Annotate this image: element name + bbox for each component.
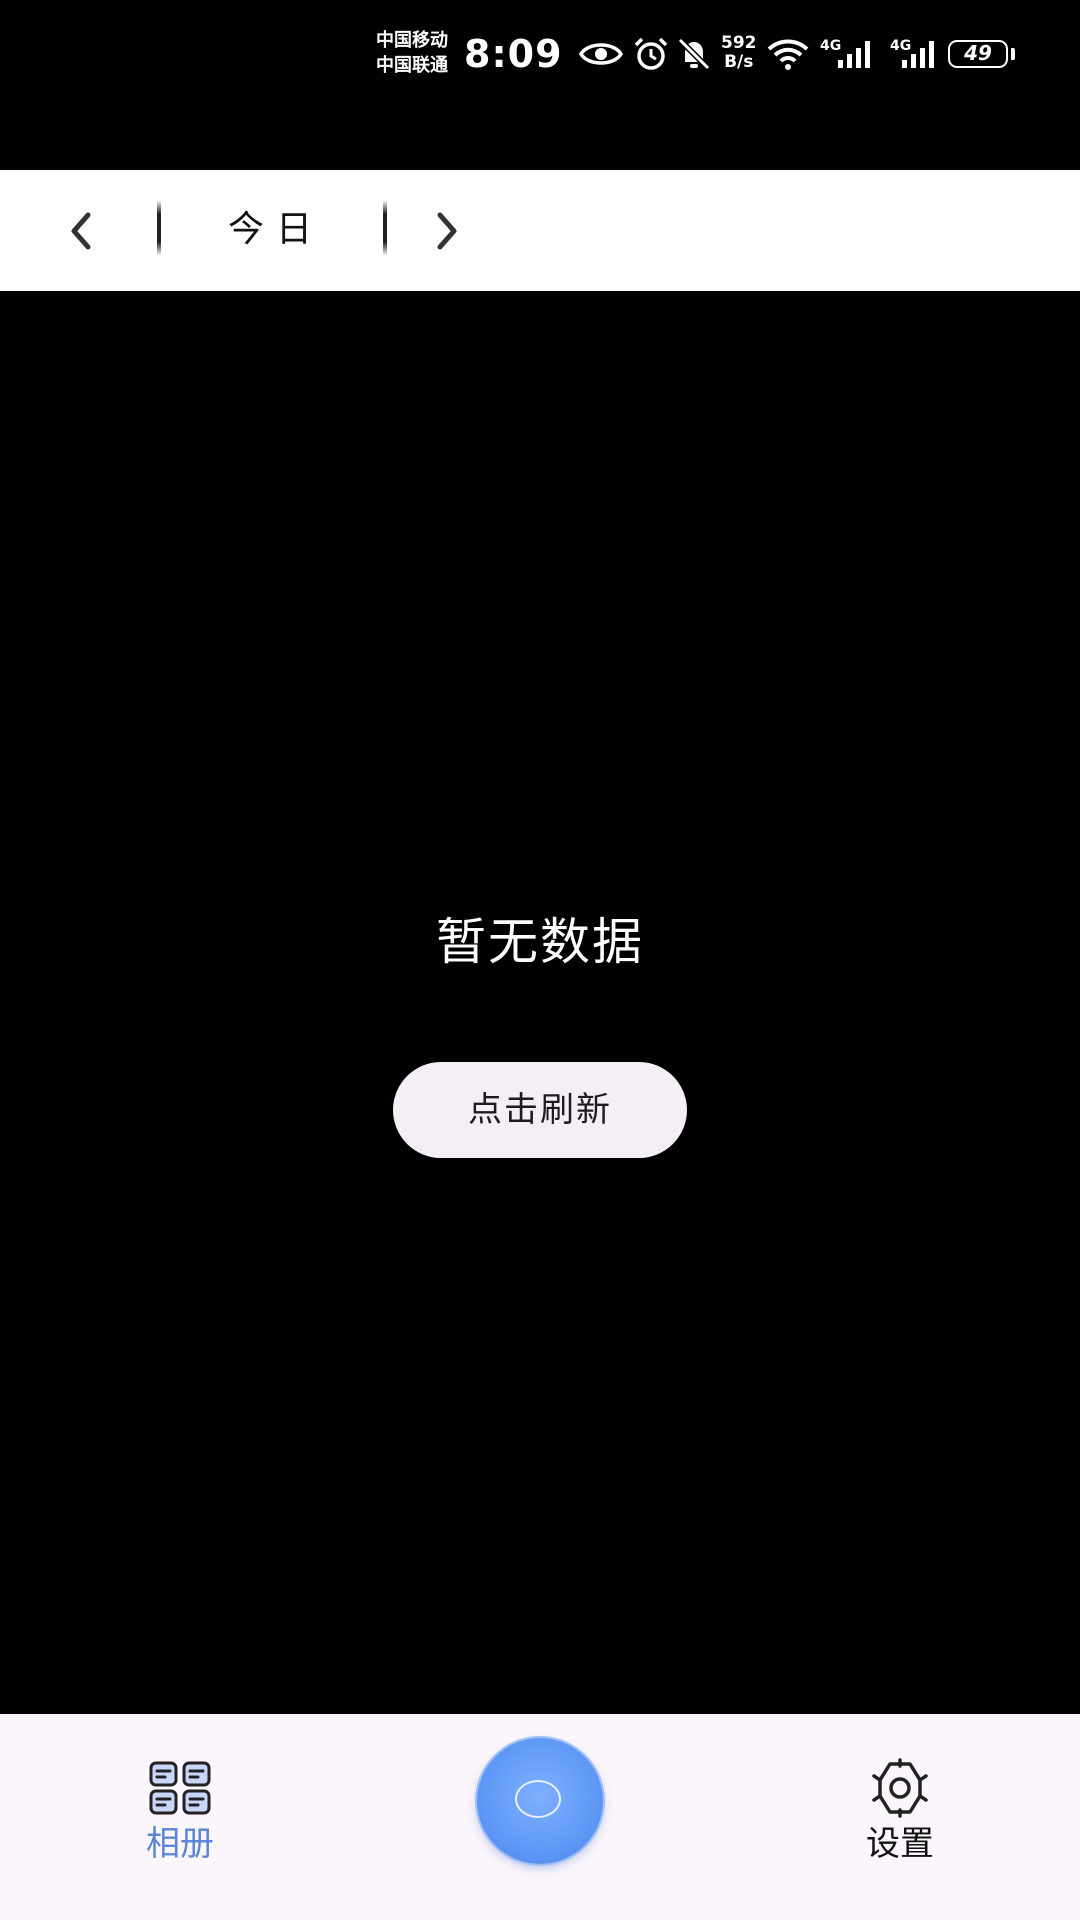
settings-icon-wrap <box>780 1758 1020 1818</box>
camera-shutter-button[interactable] <box>477 1738 603 1864</box>
mute-bell-icon <box>677 37 711 71</box>
nav-item-album[interactable]: 相册 <box>60 1714 300 1920</box>
wifi-icon <box>767 39 809 70</box>
date-divider-left <box>157 200 161 256</box>
date-label[interactable]: 今日 <box>170 202 370 258</box>
battery-icon: 49 <box>948 40 1008 68</box>
chevron-left-icon <box>71 212 91 250</box>
eye-icon <box>578 43 624 65</box>
battery-tip <box>1011 48 1015 60</box>
status-time: 8:09 <box>464 32 563 76</box>
next-day-button[interactable] <box>420 204 474 258</box>
refresh-button[interactable]: 点击刷新 <box>393 1062 687 1158</box>
net-speed-value: 592 <box>721 33 757 53</box>
battery-level: 49 <box>964 41 992 65</box>
app-screen: 中国移动 中国联通 8:09 592 B/s 4G 4G 49 今日 暂无数据 … <box>0 0 1080 1920</box>
album-icon-wrap <box>60 1758 300 1818</box>
alarm-icon <box>634 37 668 70</box>
nav-label-settings: 设置 <box>866 1824 934 1864</box>
shutter-icon <box>515 1780 561 1818</box>
net-speed-unit: B/s <box>724 52 754 72</box>
carrier-1: 中国移动 <box>376 30 448 51</box>
album-grid-icon <box>149 1761 211 1815</box>
net-speed: 592 B/s <box>721 34 757 72</box>
date-nav-bar: 今日 <box>0 170 1080 291</box>
chevron-right-icon <box>437 212 457 250</box>
empty-state-message: 暂无数据 <box>436 913 644 971</box>
prev-day-button[interactable] <box>54 204 108 258</box>
signal-icon <box>902 41 934 68</box>
carrier-names: 中国移动 中国联通 <box>376 28 448 78</box>
date-divider-right <box>383 200 387 256</box>
gear-icon <box>872 1758 928 1818</box>
nav-item-settings[interactable]: 设置 <box>780 1714 1020 1920</box>
nav-label-album: 相册 <box>146 1824 214 1864</box>
status-bar: 中国移动 中国联通 8:09 592 B/s 4G 4G 49 <box>0 0 1080 170</box>
carrier-2: 中国联通 <box>376 55 448 76</box>
signal-icon <box>838 41 870 68</box>
